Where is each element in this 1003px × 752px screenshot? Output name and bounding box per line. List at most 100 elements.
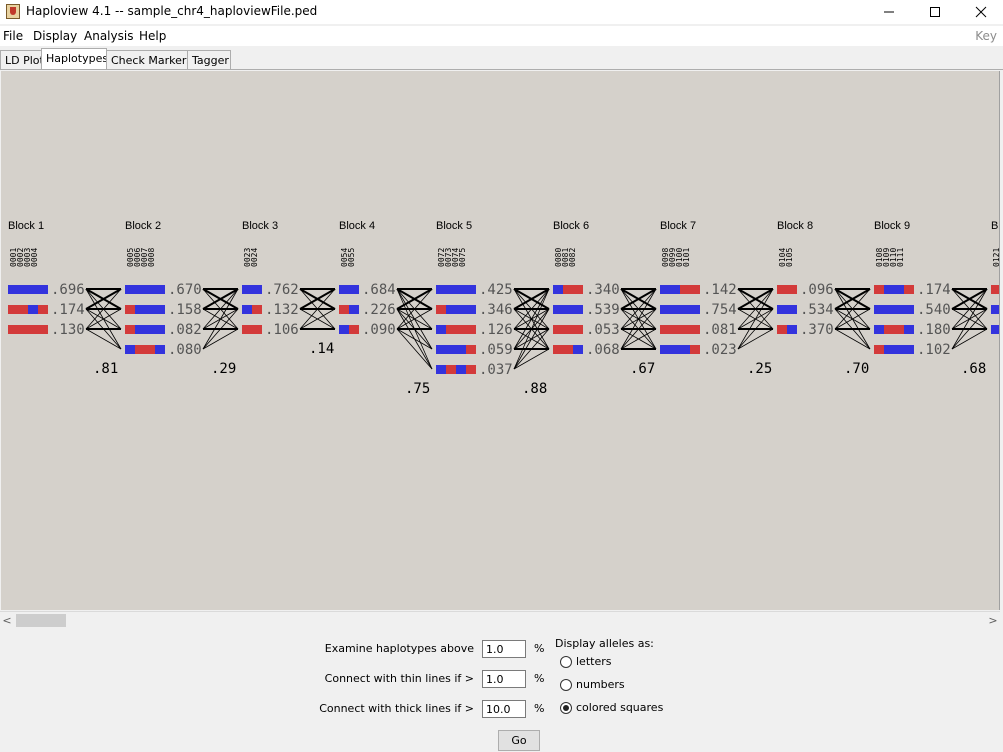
haplotype-connector — [834, 328, 871, 350]
horizontal-scrollbar[interactable]: < > — [0, 611, 1000, 629]
radio-colored-squares[interactable] — [560, 702, 572, 714]
haplotype-frequency: .180 — [917, 322, 951, 338]
allele-square — [446, 325, 456, 334]
close-icon — [975, 6, 987, 18]
key-label[interactable]: Key — [975, 29, 997, 43]
haplotype-frequency: .696 — [51, 282, 85, 298]
allele-square — [553, 305, 563, 314]
allele-square — [349, 325, 359, 334]
allele-square — [135, 325, 145, 334]
haplotype-connector — [396, 328, 433, 370]
allele-square — [874, 345, 884, 354]
allele-square — [660, 325, 670, 334]
menu-help[interactable]: Help — [139, 29, 166, 43]
allele-square — [563, 305, 573, 314]
allele-square — [904, 285, 914, 294]
menu-analysis[interactable]: Analysis — [84, 29, 133, 43]
menu-file[interactable]: File — [3, 29, 23, 43]
allele-square — [904, 345, 914, 354]
examine-input[interactable] — [482, 640, 526, 658]
block-title: Block 1 — [8, 220, 44, 232]
haplotype-frequency: .539 — [586, 302, 620, 318]
allele-square — [125, 345, 135, 354]
allele-square — [466, 325, 476, 334]
radio-letters[interactable] — [560, 656, 572, 668]
thick-lines-input[interactable] — [482, 700, 526, 718]
tab-tagger[interactable]: Tagger — [187, 50, 231, 69]
allele-square — [446, 285, 456, 294]
allele-square — [456, 325, 466, 334]
haplotype-frequency: .370 — [800, 322, 834, 338]
allele-square — [155, 305, 165, 314]
thin-lines-label: Connect with thin lines if > — [324, 672, 474, 685]
allele-square — [125, 305, 135, 314]
multiallelic-d-prime: .88 — [522, 381, 547, 397]
radio-numbers-label[interactable]: numbers — [576, 678, 625, 691]
allele-square — [777, 325, 787, 334]
block-title: Block 8 — [777, 220, 813, 232]
display-alleles-label: Display alleles as: — [555, 637, 654, 650]
allele-square — [446, 345, 456, 354]
allele-square — [456, 365, 466, 374]
allele-square — [563, 285, 573, 294]
allele-square — [466, 345, 476, 354]
tab-ld-plot[interactable]: LD Plot — [0, 50, 44, 69]
block-title: Block 5 — [436, 220, 472, 232]
allele-square — [349, 285, 359, 294]
tab-divider — [0, 69, 1003, 70]
multiallelic-d-prime: .70 — [844, 361, 869, 377]
marker-id: 0082 — [568, 248, 577, 267]
haplotype-frequency: .082 — [168, 322, 202, 338]
radio-colored-squares-label[interactable]: colored squares — [576, 701, 663, 714]
allele-square — [660, 305, 670, 314]
haplotype-frequency: .762 — [265, 282, 299, 298]
allele-square — [135, 345, 145, 354]
radio-letters-label[interactable]: letters — [576, 655, 611, 668]
allele-square — [456, 345, 466, 354]
thin-lines-input[interactable] — [482, 670, 526, 688]
block-title: Block 4 — [339, 220, 375, 232]
tab-haplotypes[interactable]: Haplotypes — [41, 48, 108, 70]
allele-square — [563, 325, 573, 334]
marker-id: 0024 — [250, 248, 259, 267]
allele-square — [339, 305, 349, 314]
allele-square — [456, 285, 466, 294]
marker-id: 0105 — [785, 248, 794, 267]
scroll-thumb[interactable] — [16, 614, 66, 627]
close-button[interactable] — [958, 0, 1003, 24]
allele-square — [670, 325, 680, 334]
marker-id: 0075 — [458, 248, 467, 267]
window-title: Haploview 4.1 -- sample_chr4_haploviewFi… — [26, 4, 318, 18]
allele-square — [680, 345, 690, 354]
allele-square — [8, 305, 18, 314]
allele-square — [155, 325, 165, 334]
haplotype-connector — [951, 328, 988, 350]
tab-check-markers[interactable]: Check Markers — [106, 50, 192, 69]
multiallelic-d-prime: .29 — [211, 361, 236, 377]
haplotype-frequency: .174 — [917, 282, 951, 298]
block-title: Block 2 — [125, 220, 161, 232]
marker-id: 0008 — [147, 248, 156, 267]
allele-square — [145, 325, 155, 334]
maximize-button[interactable] — [912, 0, 958, 24]
multiallelic-d-prime: .81 — [93, 361, 118, 377]
minimize-button[interactable] — [866, 0, 912, 24]
multiallelic-d-prime: .68 — [961, 361, 986, 377]
allele-square — [904, 305, 914, 314]
allele-square — [884, 345, 894, 354]
allele-square — [436, 285, 446, 294]
scroll-right-icon[interactable]: > — [986, 612, 1000, 629]
haplotype-frequency: .090 — [362, 322, 396, 338]
scroll-left-icon[interactable]: < — [0, 612, 14, 629]
allele-square — [777, 285, 787, 294]
haplotype-frequency: .534 — [800, 302, 834, 318]
menu-display[interactable]: Display — [33, 29, 77, 43]
allele-square — [573, 345, 583, 354]
allele-square — [436, 345, 446, 354]
thick-lines-label: Connect with thick lines if > — [319, 702, 474, 715]
go-button[interactable]: Go — [498, 730, 540, 751]
haplotype-frequency: .340 — [586, 282, 620, 298]
allele-square — [660, 285, 670, 294]
radio-numbers[interactable] — [560, 679, 572, 691]
haplotype-frequency: .684 — [362, 282, 396, 298]
